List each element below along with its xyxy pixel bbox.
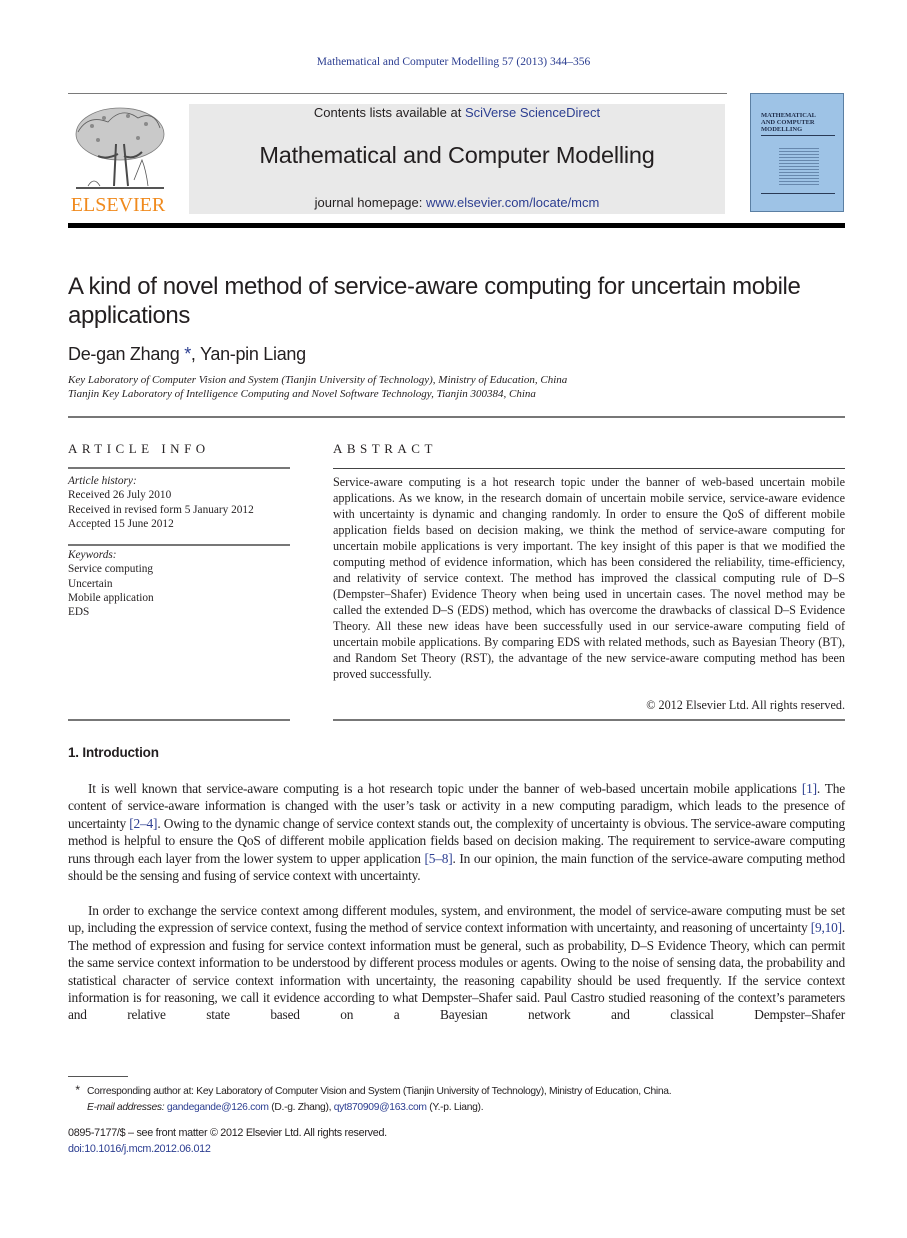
contents-prefix: Contents lists available at bbox=[313, 105, 465, 120]
email-link[interactable]: qyt870909@163.com bbox=[334, 1102, 427, 1113]
history-item: Accepted 15 June 2012 bbox=[68, 517, 174, 530]
author-name: Yan-pin Liang bbox=[199, 344, 306, 364]
keywords: Keywords: Service computing Uncertain Mo… bbox=[68, 548, 290, 619]
author-name: De-gan Zhang bbox=[68, 344, 180, 364]
masthead-thick-rule bbox=[68, 223, 845, 228]
footnote-rule bbox=[68, 1076, 128, 1077]
paper-title: A kind of novel method of service-aware … bbox=[68, 273, 801, 329]
abstract-text: Service-aware computing is a hot researc… bbox=[333, 475, 845, 681]
citation-link[interactable]: [9,10] bbox=[811, 920, 842, 935]
affiliation: Key Laboratory of Computer Vision and Sy… bbox=[68, 374, 568, 386]
corresponding-author-text: Corresponding author at: Key Laboratory … bbox=[87, 1086, 672, 1097]
keywords-label: Keywords: bbox=[68, 549, 117, 561]
email-label: E-mail addresses: bbox=[87, 1102, 165, 1113]
email-footnote: E-mail addresses: gandegande@126.com (D.… bbox=[87, 1102, 484, 1113]
running-header: Mathematical and Computer Modelling 57 (… bbox=[316, 56, 591, 68]
citation-link[interactable]: [5–8] bbox=[425, 851, 453, 866]
cover-board-list bbox=[779, 146, 819, 186]
author-separator: , bbox=[190, 344, 200, 364]
section-heading-introduction: 1. Introduction bbox=[68, 745, 159, 760]
cover-title-line: MATHEMATICAL bbox=[761, 112, 817, 119]
journal-name: Mathematical and Computer Modelling bbox=[259, 142, 655, 168]
masthead-top-rule bbox=[68, 93, 727, 94]
author-list: De-gan Zhang *, Yan-pin Liang bbox=[68, 343, 306, 365]
journal-cover-thumbnail: MATHEMATICAL AND COMPUTER MODELLING bbox=[750, 93, 844, 212]
elsevier-wordmark: ELSEVIER bbox=[70, 194, 166, 216]
journal-homepage-link[interactable]: www.elsevier.com/locate/mcm bbox=[426, 195, 599, 210]
cover-title-line: MODELLING bbox=[761, 126, 803, 133]
cover-rule bbox=[761, 193, 835, 194]
footnote-mark: * bbox=[75, 1083, 80, 1097]
corresponding-author-footnote: * Corresponding author at: Key Laboratory… bbox=[68, 1082, 845, 1100]
paragraph-text: It is well known that service-aware comp… bbox=[88, 781, 802, 796]
email-owner: (Y.-p. Liang) bbox=[429, 1102, 481, 1113]
keyword: Mobile application bbox=[68, 591, 154, 604]
title-block-rule bbox=[68, 416, 845, 418]
affiliation: Tianjin Key Laboratory of Intelligence C… bbox=[68, 388, 536, 400]
sciencedirect-link[interactable]: SciVerse ScienceDirect bbox=[465, 105, 600, 120]
homepage-prefix: journal homepage: bbox=[314, 195, 426, 210]
citation-link[interactable]: [1] bbox=[802, 781, 817, 796]
intro-paragraph: In order to exchange the service context… bbox=[68, 902, 845, 1024]
intro-paragraph: It is well known that service-aware comp… bbox=[68, 780, 845, 884]
cover-title-line: AND COMPUTER bbox=[761, 119, 815, 126]
journal-homepage-line: journal homepage: www.elsevier.com/locat… bbox=[189, 194, 725, 212]
history-label: Article history: bbox=[68, 475, 137, 487]
keyword: EDS bbox=[68, 606, 90, 619]
front-matter: 0895-7177/$ – see front matter © 2012 El… bbox=[68, 1125, 387, 1157]
article-info-rule bbox=[68, 467, 290, 469]
issn-line: 0895-7177/$ – see front matter © 2012 El… bbox=[68, 1127, 387, 1139]
abstract-rule bbox=[333, 468, 845, 469]
article-info-heading: ARTICLE INFO bbox=[68, 441, 210, 456]
corresponding-author-mark[interactable]: * bbox=[184, 344, 191, 364]
paragraph-text: . The method of expression and fusing fo… bbox=[68, 920, 845, 1023]
history-item: Received in revised form 5 January 2012 bbox=[68, 503, 254, 516]
article-history: Article history: Received 26 July 2010 R… bbox=[68, 474, 290, 531]
article-info-rule bbox=[68, 544, 290, 546]
doi-link[interactable]: doi:10.1016/j.mcm.2012.06.012 bbox=[68, 1143, 211, 1155]
keyword: Service computing bbox=[68, 563, 154, 576]
article-info-rule bbox=[68, 719, 290, 721]
footnote: * Corresponding author at: Key Laboratory… bbox=[68, 1082, 845, 1116]
abstract-copyright: © 2012 Elsevier Ltd. All rights reserved… bbox=[646, 698, 845, 712]
paragraph-text: In order to exchange the service context… bbox=[68, 903, 845, 936]
abstract-rule bbox=[333, 719, 845, 721]
citation-link[interactable]: [2–4] bbox=[129, 816, 157, 831]
abstract-heading: ABSTRACT bbox=[333, 441, 437, 456]
cover-title: MATHEMATICAL AND COMPUTER MODELLING bbox=[761, 112, 816, 133]
keyword: Uncertain bbox=[68, 577, 113, 590]
cover-rule bbox=[761, 135, 835, 136]
contents-line: Contents lists available at SciVerse Sci… bbox=[189, 104, 725, 122]
email-link[interactable]: gandegande@126.com bbox=[167, 1102, 269, 1113]
history-item: Received 26 July 2010 bbox=[68, 489, 172, 502]
email-owner: (D.-g. Zhang) bbox=[271, 1102, 329, 1113]
